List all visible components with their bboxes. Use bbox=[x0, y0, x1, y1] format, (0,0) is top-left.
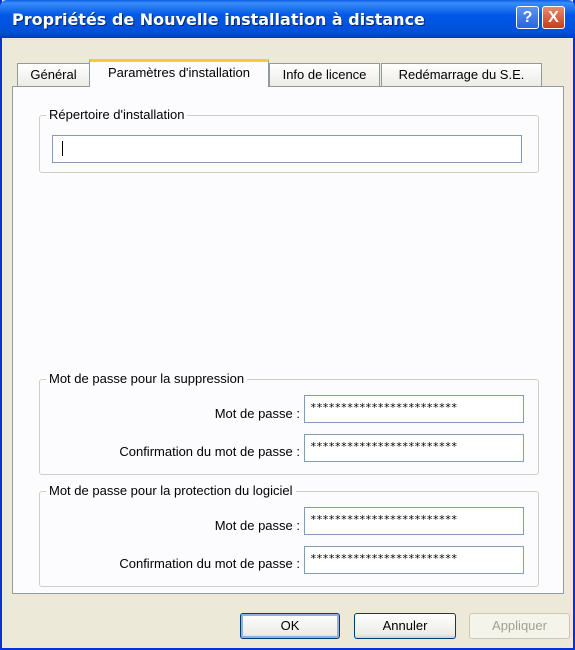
removal-confirm-label: Confirmation du mot de passe : bbox=[119, 444, 300, 459]
ok-button[interactable]: OK bbox=[240, 613, 340, 639]
tab-general[interactable]: Général bbox=[17, 63, 90, 86]
close-button[interactable]: X bbox=[542, 6, 565, 29]
protection-confirm-label: Confirmation du mot de passe : bbox=[119, 556, 300, 571]
removal-password-label: Mot de passe : bbox=[214, 406, 300, 421]
install-dir-input[interactable] bbox=[52, 135, 522, 163]
help-button[interactable]: ? bbox=[516, 6, 539, 29]
cancel-button[interactable]: Annuler bbox=[354, 613, 456, 639]
tab-os-restart[interactable]: Redémarrage du S.E. bbox=[381, 63, 542, 86]
text-caret bbox=[62, 141, 63, 156]
protection-confirm-field[interactable]: ************************ bbox=[304, 546, 524, 574]
removal-password-group: Mot de passe pour la suppression Mot de … bbox=[39, 371, 539, 475]
tab-install-settings[interactable]: Paramètres d'installation bbox=[89, 59, 269, 87]
removal-password-field[interactable]: ************************ bbox=[304, 395, 524, 423]
protection-password-group: Mot de passe pour la protection du logic… bbox=[39, 483, 539, 587]
install-dir-group: Répertoire d'installation bbox=[39, 107, 539, 173]
install-dir-legend: Répertoire d'installation bbox=[46, 107, 188, 122]
title-bar: Propriétés de Nouvelle installation à di… bbox=[0, 0, 575, 38]
window-title: Propriétés de Nouvelle installation à di… bbox=[12, 10, 425, 29]
properties-dialog: Propriétés de Nouvelle installation à di… bbox=[0, 0, 575, 650]
protection-password-legend: Mot de passe pour la protection du logic… bbox=[46, 483, 296, 498]
tab-panel: Répertoire d'installation Mot de passe p… bbox=[12, 86, 564, 594]
removal-password-legend: Mot de passe pour la suppression bbox=[46, 371, 248, 386]
removal-confirm-field[interactable]: ************************ bbox=[304, 434, 524, 462]
protection-password-label: Mot de passe : bbox=[214, 518, 300, 533]
protection-password-field[interactable]: ************************ bbox=[304, 507, 524, 535]
apply-button[interactable]: Appliquer bbox=[469, 613, 570, 639]
tab-license-info[interactable]: Info de licence bbox=[269, 63, 380, 86]
